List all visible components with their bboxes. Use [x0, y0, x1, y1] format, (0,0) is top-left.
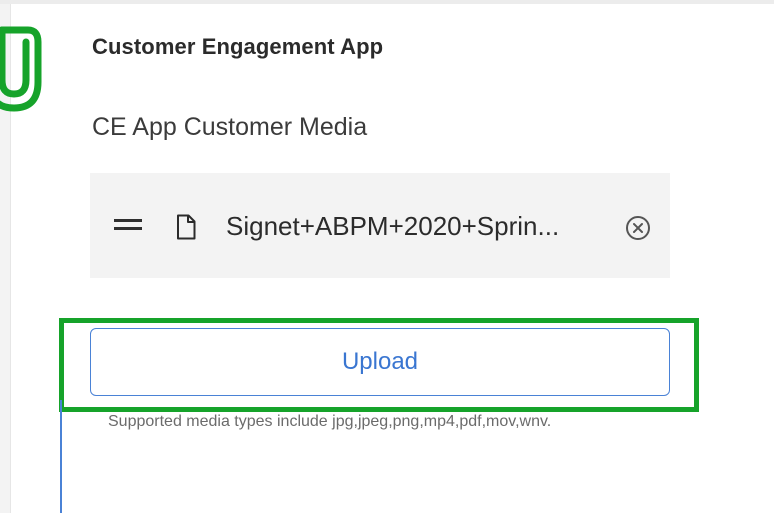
media-file-item: Signet+ABPM+2020+Sprin...	[90, 173, 670, 278]
paperclip-icon	[0, 26, 42, 112]
remove-file-icon[interactable]	[625, 215, 651, 241]
focus-guide-line	[60, 400, 62, 513]
upload-button[interactable]: Upload	[90, 328, 670, 396]
page: Customer Engagement App CE App Customer …	[0, 0, 774, 513]
file-icon	[177, 214, 196, 240]
app-title: Customer Engagement App	[92, 34, 384, 59]
file-name: Signet+ABPM+2020+Sprin...	[226, 211, 560, 241]
media-section-label: CE App Customer Media	[92, 113, 368, 141]
top-edge	[0, 0, 774, 4]
drag-handle-icon[interactable]	[114, 219, 144, 231]
supported-media-hint: Supported media types include jpg,jpeg,p…	[108, 413, 552, 430]
